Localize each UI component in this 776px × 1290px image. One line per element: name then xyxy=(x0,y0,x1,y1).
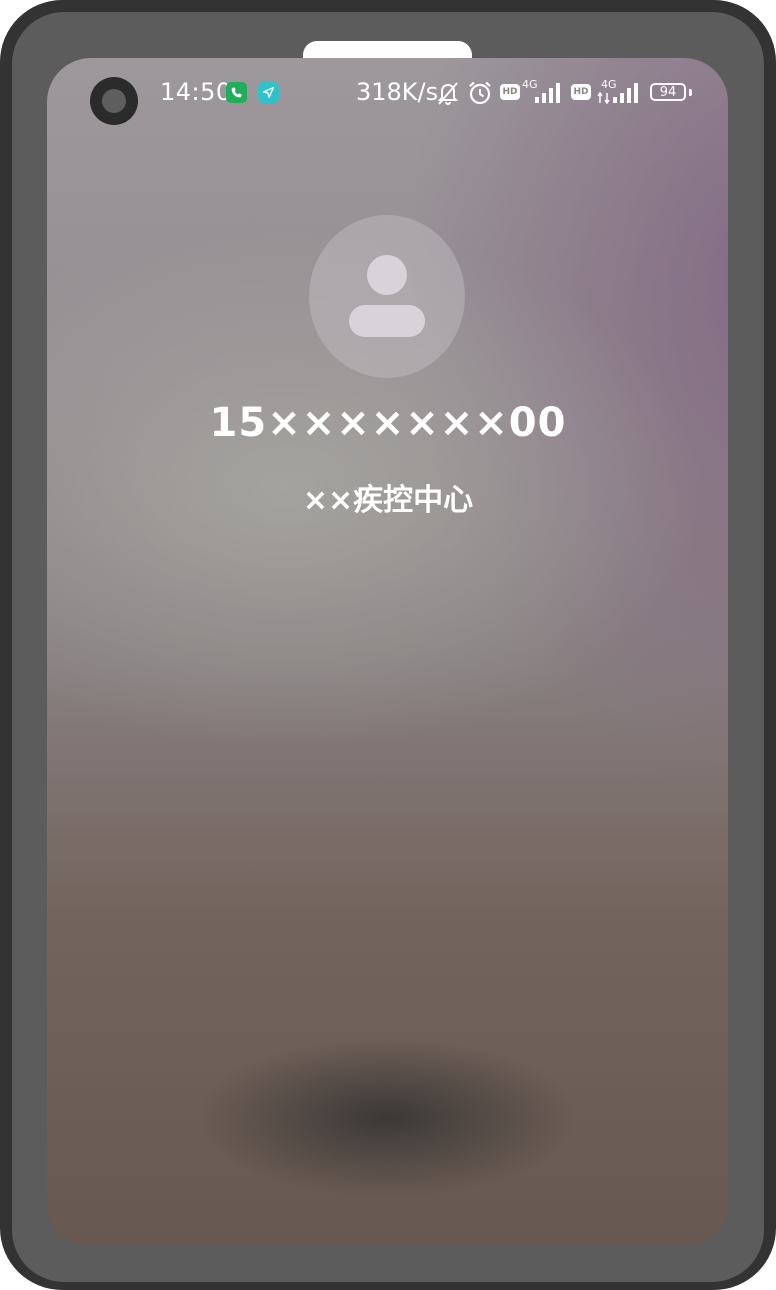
signal-icon xyxy=(613,83,638,103)
status-bar: 14:50 318K/s HD 4G HD 4G 94 xyxy=(0,0,776,120)
phone-call-icon xyxy=(226,82,247,103)
bell-muted-icon xyxy=(437,82,459,106)
signal-icon xyxy=(535,83,560,103)
caller-number: 15×××××××00 xyxy=(209,400,567,446)
battery-tip xyxy=(689,89,692,96)
network-speed: 318K/s xyxy=(356,78,439,106)
battery-icon: 94 xyxy=(650,83,686,101)
person-icon xyxy=(349,255,425,337)
hd-icon: HD xyxy=(571,84,591,100)
status-time: 14:50 xyxy=(160,78,232,106)
alarm-icon xyxy=(469,81,491,105)
contact-avatar xyxy=(309,215,465,378)
caller-label: ××疾控中心 xyxy=(302,483,474,518)
data-arrows-icon xyxy=(597,92,610,104)
battery-level: 94 xyxy=(659,84,677,100)
navigation-icon xyxy=(258,82,279,103)
hd-icon: HD xyxy=(500,84,520,100)
